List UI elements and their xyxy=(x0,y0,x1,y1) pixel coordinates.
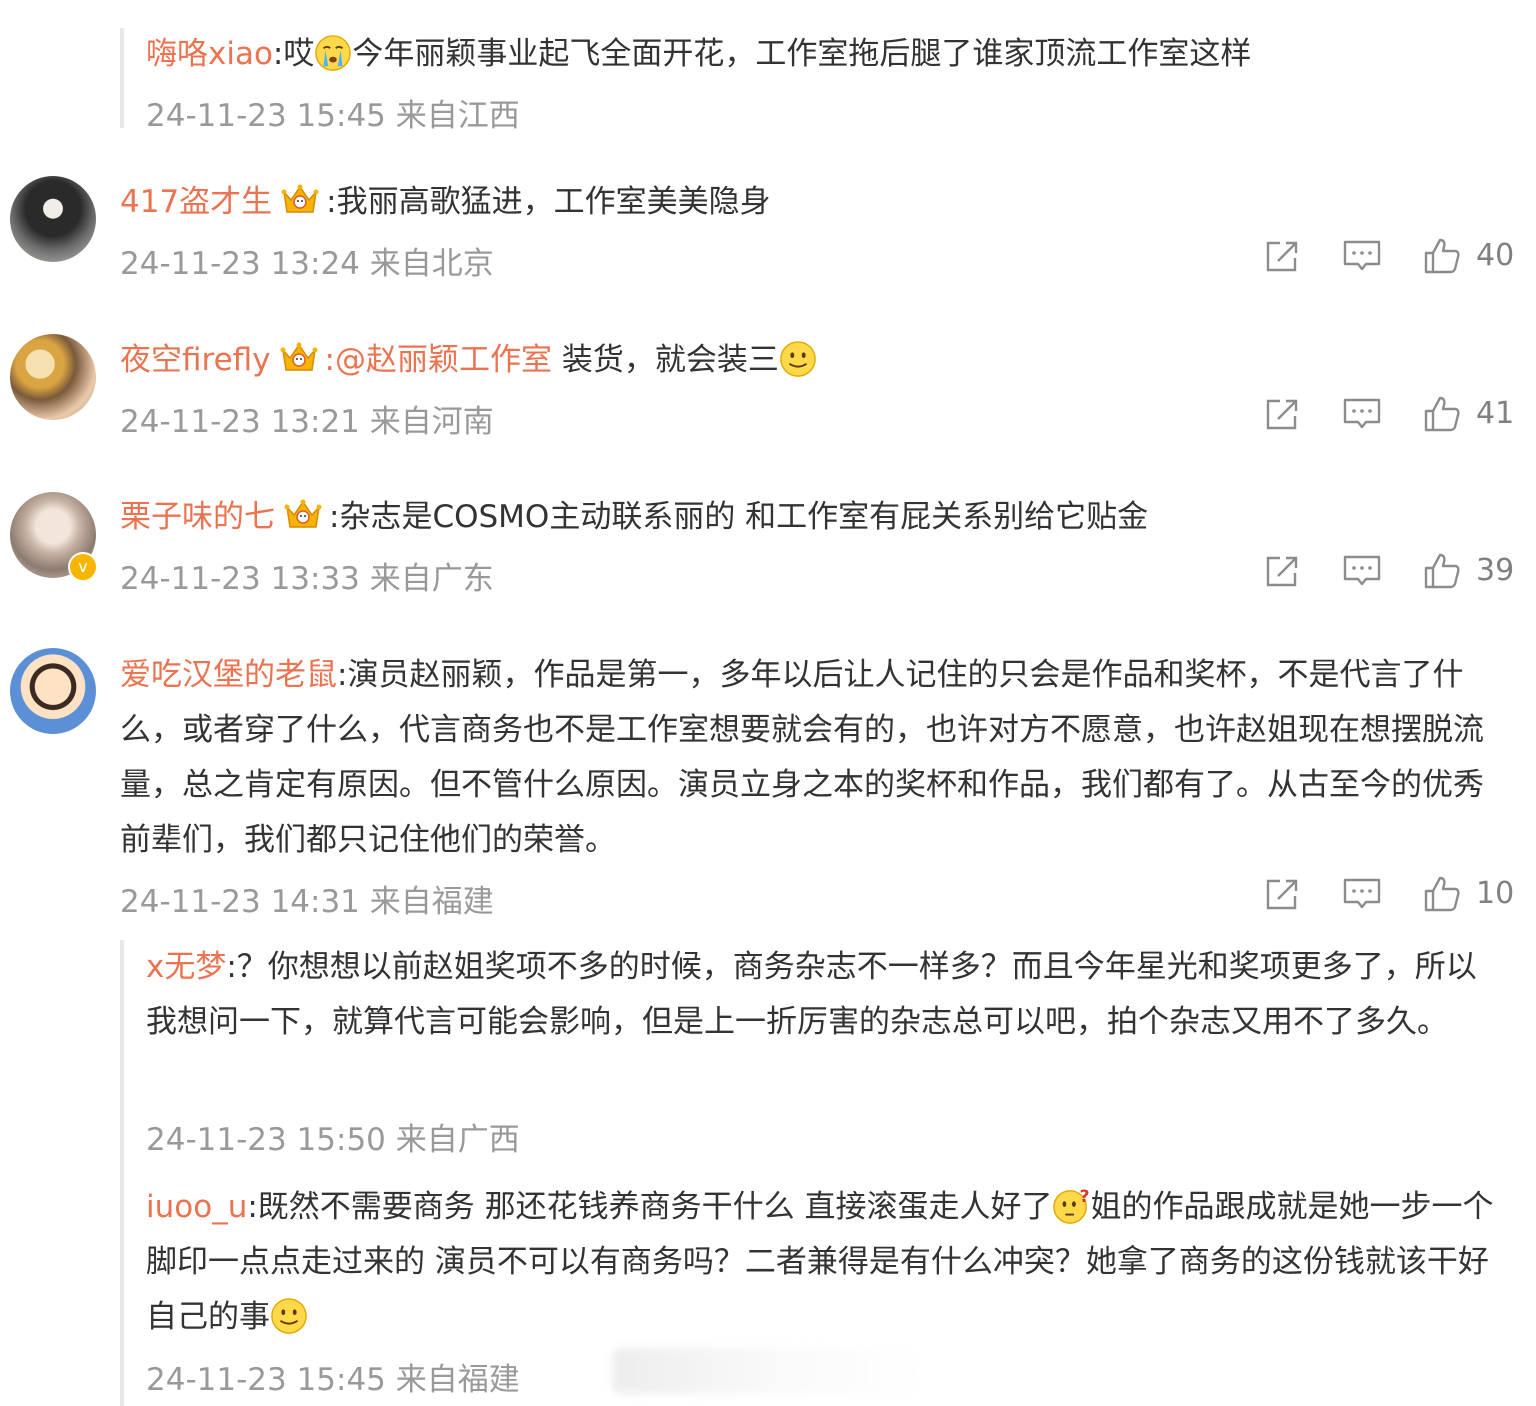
reply-text: 嗨咯xiao:哎 今年丽颖事业起飞全面开花，工作室拖后腿了谁家顶流工作室这样 xyxy=(146,34,1252,72)
reply-meta: 24-11-23 15:45 来自福建 xyxy=(146,1362,520,1398)
crown-badge-icon[interactable] xyxy=(279,340,319,374)
comment-username[interactable]: 夜空firefly xyxy=(120,342,271,378)
like-count: 41 xyxy=(1476,396,1515,431)
reply-text: x无梦:？你想想以前赵姐奖项不多的时候，商务杂志不一样多？而且今年星光和奖项更多… xyxy=(146,949,1477,1040)
comment-meta: 24-11-23 13:21 来自河南 xyxy=(120,404,494,440)
like-icon[interactable] xyxy=(1422,874,1462,914)
comment-text: 417盗才生:我丽高歌猛进，工作室美美隐身 xyxy=(120,182,771,220)
comment-icon[interactable] xyxy=(1342,236,1382,276)
comment-text: 栗子味的七:杂志是COSMO主动联系丽的 和工作室有屁关系别给它贴金 xyxy=(120,497,1149,535)
share-icon[interactable] xyxy=(1262,874,1302,914)
reply-username[interactable]: x无梦 xyxy=(146,949,226,985)
reply-meta: 24-11-23 15:50 来自广西 xyxy=(146,1122,520,1158)
crown-badge-icon[interactable] xyxy=(283,497,323,531)
avatar[interactable] xyxy=(10,648,96,734)
avatar[interactable] xyxy=(10,334,96,420)
reply-text: iuoo_u:既然不需要商务 那还花钱养商务干什么 直接滚蛋走人好了 姐的作品跟成… xyxy=(146,1187,1494,1335)
smile-emoji-icon xyxy=(270,1297,308,1335)
comment-text: 爱吃汉堡的老鼠:演员赵丽颖，作品是第一，多年以后让人记住的只会是作品和奖杯，不是… xyxy=(120,657,1484,858)
comment-meta: 24-11-23 13:24 来自北京 xyxy=(120,246,494,282)
like-count: 39 xyxy=(1476,553,1515,588)
comment-actions: 39 xyxy=(1262,551,1522,595)
comment-actions: 41 xyxy=(1262,394,1522,438)
comment-username[interactable]: 417盗才生 xyxy=(120,184,272,220)
avatar[interactable] xyxy=(10,176,96,262)
comment-meta: 24-11-23 13:33 来自广东 xyxy=(120,561,494,597)
crown-badge-icon[interactable] xyxy=(280,182,320,216)
blurred-watermark xyxy=(612,1348,922,1394)
comment-actions: 40 xyxy=(1262,236,1522,280)
smile-emoji-icon xyxy=(779,340,817,378)
reply-block: x无梦:？你想想以前赵姐奖项不多的时候，商务杂志不一样多？而且今年星光和奖项更多… xyxy=(120,940,1524,1406)
comment-meta: 24-11-23 14:31 来自福建 xyxy=(120,884,494,920)
share-icon[interactable] xyxy=(1262,236,1302,276)
reply-meta: 24-11-23 15:45 来自江西 xyxy=(146,98,520,134)
share-icon[interactable] xyxy=(1262,551,1302,591)
comment-text: 夜空firefly:@赵丽颖工作室 装货，就会装三 xyxy=(120,340,817,380)
like-icon[interactable] xyxy=(1422,394,1462,434)
reply-block-top: 嗨咯xiao:哎 今年丽颖事业起飞全面开花，工作室拖后腿了谁家顶流工作室这样 24… xyxy=(120,28,1524,134)
crying-emoji-icon xyxy=(314,34,352,72)
share-icon[interactable] xyxy=(1262,394,1302,434)
like-count: 10 xyxy=(1476,876,1515,911)
comment-actions: 10 xyxy=(1262,874,1522,918)
comment-icon[interactable] xyxy=(1342,874,1382,914)
comment-icon[interactable] xyxy=(1342,551,1382,591)
like-icon[interactable] xyxy=(1422,236,1462,276)
question-emoji-icon xyxy=(1053,1187,1091,1225)
reply-username[interactable]: iuoo_u xyxy=(146,1189,247,1225)
comment-icon[interactable] xyxy=(1342,394,1382,434)
reply-username[interactable]: 嗨咯xiao xyxy=(146,36,273,72)
verified-badge-icon: v xyxy=(68,552,98,582)
comment-username[interactable]: 爱吃汉堡的老鼠 xyxy=(120,657,337,693)
comment-username[interactable]: 栗子味的七 xyxy=(120,499,275,535)
like-icon[interactable] xyxy=(1422,551,1462,591)
mention-link[interactable]: :@赵丽颖工作室 xyxy=(325,342,552,378)
like-count: 40 xyxy=(1476,238,1515,273)
